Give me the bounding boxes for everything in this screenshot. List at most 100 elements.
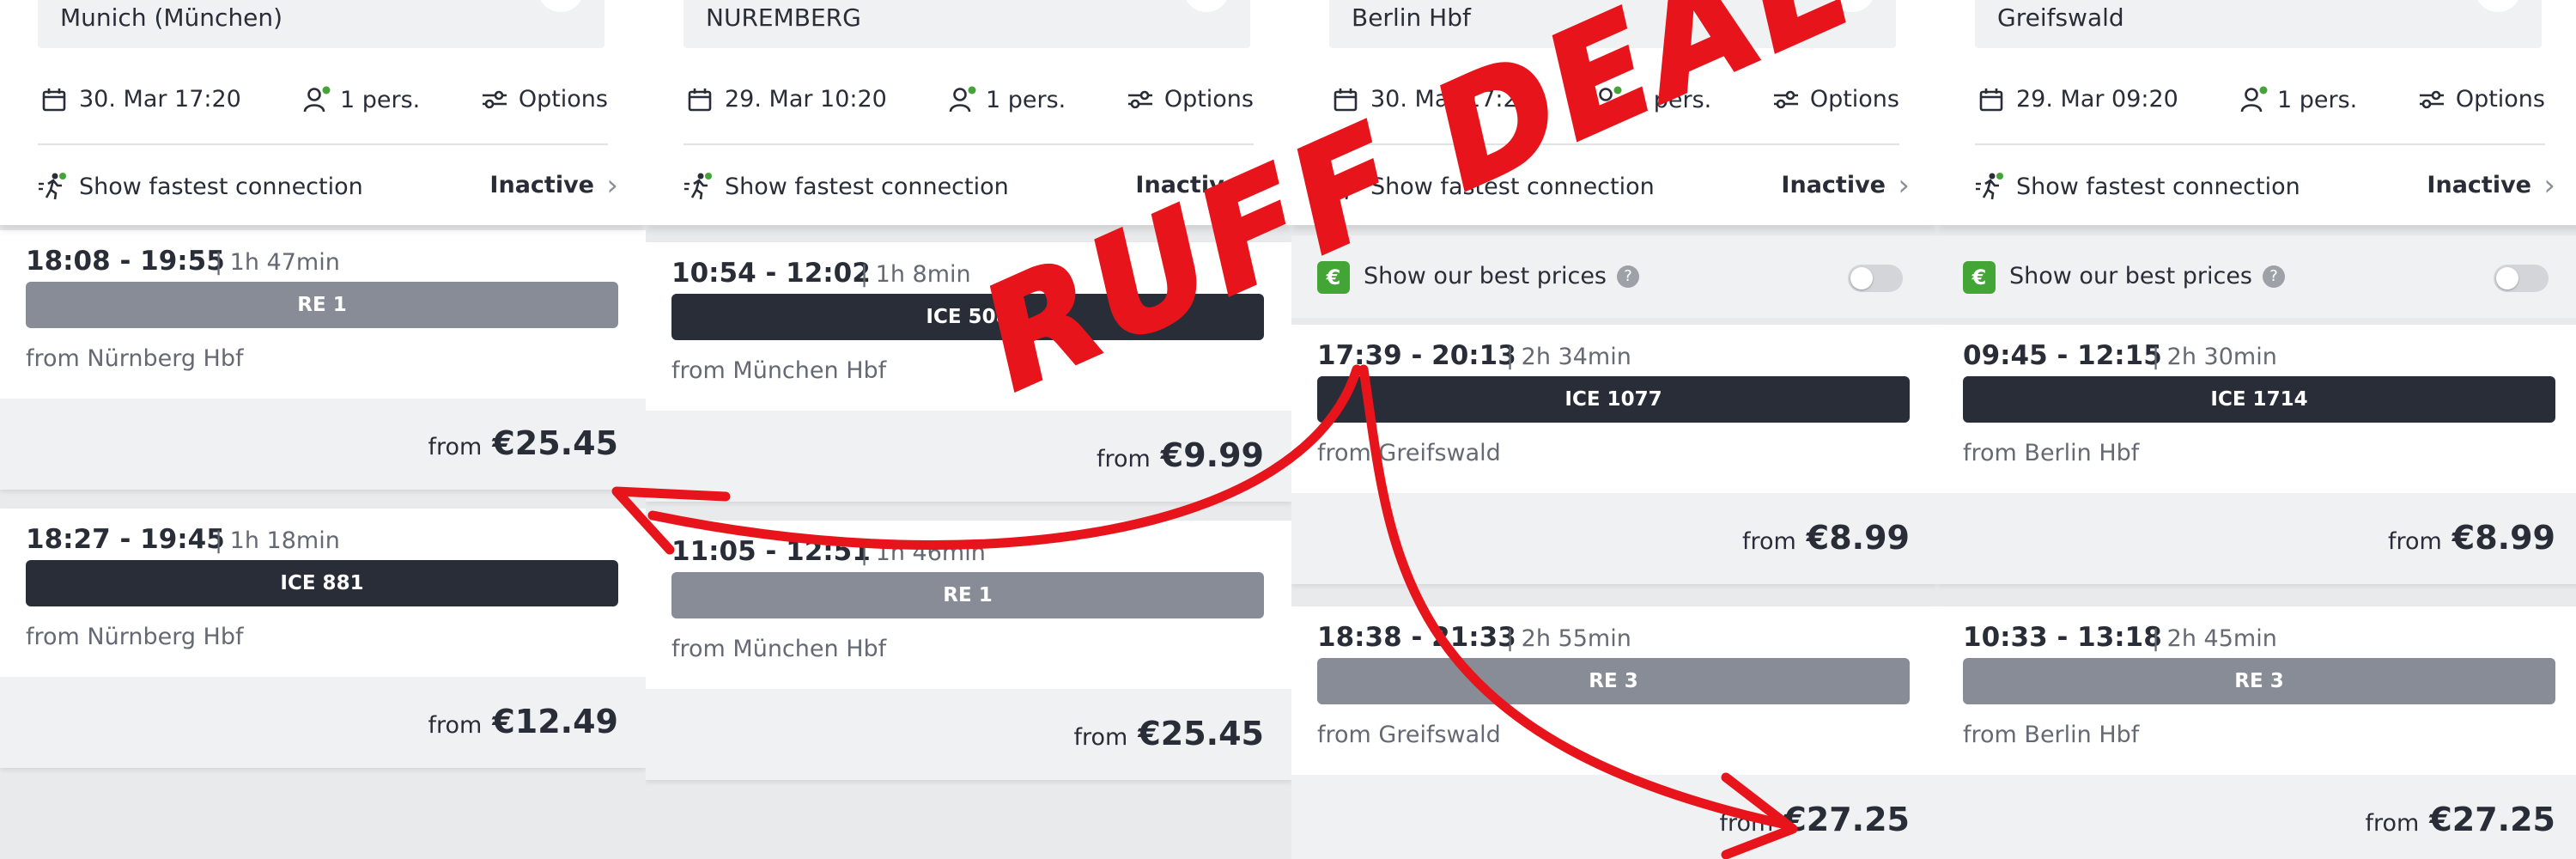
fastest-connection-toggle-row[interactable]: Show fastest connection Inactive › bbox=[1937, 168, 2576, 211]
train-badge: RE 3 bbox=[1317, 658, 1910, 704]
options-button[interactable]: Options bbox=[481, 86, 608, 113]
price-prefix: from bbox=[1719, 810, 1774, 837]
person-icon bbox=[2240, 86, 2268, 113]
destination-field[interactable]: Greifswald bbox=[1975, 0, 2542, 48]
connection-card[interactable]: 10:54 - 12:02 | 1h 8min ICE 508 from Mün… bbox=[646, 242, 1291, 502]
best-prices-label: Show our best prices bbox=[1364, 263, 1607, 289]
options-label: Options bbox=[518, 86, 608, 113]
chevron-right-icon: › bbox=[1252, 168, 1264, 203]
price-row: from €8.99 bbox=[1937, 493, 2576, 584]
date-time-selector[interactable]: 29. Mar 09:20 bbox=[1978, 86, 2178, 113]
fastest-connection-toggle-row[interactable]: Show fastest connection Inactive › bbox=[646, 168, 1291, 211]
swap-stations-button[interactable] bbox=[1829, 0, 1875, 12]
connection-duration: | 1h 18min bbox=[215, 527, 340, 554]
connection-duration: | 1h 8min bbox=[860, 261, 971, 288]
chevron-right-icon: › bbox=[606, 168, 618, 203]
connection-times: 11:05 - 12:51 bbox=[671, 536, 871, 567]
sliders-icon bbox=[1773, 90, 1798, 108]
sliders-icon bbox=[1127, 90, 1152, 108]
connection-card[interactable]: 17:39 - 20:13 | 2h 34min ICE 1077 from G… bbox=[1291, 325, 1937, 584]
best-prices-row: € Show our best prices? bbox=[1291, 235, 1937, 318]
passenger-count: 1 pers. bbox=[340, 86, 421, 113]
help-icon[interactable]: ? bbox=[1617, 265, 1639, 288]
person-icon bbox=[1595, 86, 1622, 113]
connection-times: 18:08 - 19:55 bbox=[26, 246, 225, 277]
swap-stations-button[interactable] bbox=[1183, 0, 1230, 12]
passenger-selector[interactable]: 1 pers. bbox=[948, 86, 1066, 113]
results-panel-greifswald: Greifswald 29. Mar 09:20 1 pers. Options… bbox=[1937, 0, 2576, 859]
options-button[interactable]: Options bbox=[1772, 86, 1899, 113]
connection-times: 10:33 - 13:18 bbox=[1963, 622, 2162, 653]
departure-station: from München Hbf bbox=[671, 357, 887, 384]
fastest-connection-label: Show fastest connection bbox=[1370, 173, 1655, 200]
running-person-icon bbox=[1976, 173, 2003, 200]
divider bbox=[38, 143, 608, 145]
c-badge-icon: € bbox=[1963, 261, 1996, 294]
divider bbox=[683, 143, 1254, 145]
connection-duration: | 2h 30min bbox=[2152, 344, 2277, 370]
swap-stations-button[interactable] bbox=[2475, 0, 2521, 12]
passenger-selector[interactable]: 1 pers. bbox=[1594, 86, 1711, 113]
connection-card[interactable]: 18:27 - 19:45 | 1h 18min ICE 881 from Nü… bbox=[0, 509, 646, 768]
train-badge: RE 1 bbox=[26, 282, 618, 328]
sliders-icon bbox=[482, 90, 507, 108]
best-prices-row: € Show our best prices? bbox=[1937, 235, 2576, 318]
date-time-selector[interactable]: 29. Mar 10:20 bbox=[687, 86, 887, 113]
passenger-selector[interactable]: 1 pers. bbox=[2239, 86, 2357, 113]
person-icon bbox=[949, 86, 976, 113]
chevron-right-icon: › bbox=[2543, 168, 2555, 203]
connection-duration: | 2h 34min bbox=[1506, 344, 1631, 370]
connection-card[interactable]: 10:33 - 13:18 | 2h 45min RE 3 from Berli… bbox=[1937, 606, 2576, 859]
best-prices-toggle[interactable] bbox=[2494, 265, 2549, 292]
destination-field[interactable]: Munich (München) bbox=[38, 0, 605, 48]
price-prefix: from bbox=[1741, 528, 1796, 555]
passenger-count: 1 pers. bbox=[1631, 86, 1712, 113]
options-button[interactable]: Options bbox=[2418, 86, 2545, 113]
destination-field[interactable]: Berlin Hbf bbox=[1329, 0, 1896, 48]
connection-card[interactable]: 09:45 - 12:15 | 2h 30min ICE 1714 from B… bbox=[1937, 325, 2576, 584]
fastest-connection-toggle-row[interactable]: Show fastest connection Inactive › bbox=[1291, 168, 1937, 211]
options-button[interactable]: Options bbox=[1127, 86, 1254, 113]
price-row: from €9.99 bbox=[646, 411, 1291, 502]
toggle-knob bbox=[1850, 267, 1873, 289]
calendar-icon bbox=[688, 88, 712, 111]
connection-times: 17:39 - 20:13 bbox=[1317, 340, 1516, 371]
toggle-knob bbox=[2496, 267, 2518, 289]
connection-card[interactable]: 18:08 - 19:55 | 1h 47min RE 1 from Nürnb… bbox=[0, 230, 646, 490]
destination-field[interactable]: NUREMBERG bbox=[683, 0, 1250, 48]
connection-duration: | 1h 46min bbox=[860, 539, 986, 566]
connection-card[interactable]: 11:05 - 12:51 | 1h 46min RE 1 from Münch… bbox=[646, 521, 1291, 780]
price-value: €27.25 bbox=[1783, 801, 1910, 838]
swap-stations-button[interactable] bbox=[538, 0, 584, 12]
passenger-count: 1 pers. bbox=[2277, 86, 2358, 113]
calendar-icon bbox=[1334, 88, 1358, 111]
price-value: €8.99 bbox=[1806, 519, 1910, 557]
price-prefix: from bbox=[2387, 528, 2442, 555]
departure-station: from Nürnberg Hbf bbox=[26, 624, 244, 650]
fastest-connection-label: Show fastest connection bbox=[2016, 173, 2300, 200]
best-prices-label: Show our best prices bbox=[2009, 263, 2252, 289]
divider bbox=[1975, 143, 2545, 145]
help-icon[interactable]: ? bbox=[2263, 265, 2285, 288]
passenger-selector[interactable]: 1 pers. bbox=[302, 86, 420, 113]
fastest-connection-toggle-row[interactable]: Show fastest connection Inactive › bbox=[0, 168, 646, 211]
price-row: from €25.45 bbox=[0, 399, 646, 490]
fastest-connection-state: Inactive bbox=[1781, 172, 1886, 198]
connection-card[interactable]: 18:38 - 21:33 | 2h 55min RE 3 from Greif… bbox=[1291, 606, 1937, 859]
departure-station: from Nürnberg Hbf bbox=[26, 345, 244, 372]
price-value: €27.25 bbox=[2429, 801, 2555, 838]
person-icon bbox=[303, 86, 331, 113]
price-row: from €25.45 bbox=[646, 689, 1291, 780]
price-value: €9.99 bbox=[1160, 436, 1264, 474]
destination-label: Munich (München) bbox=[60, 3, 283, 32]
price-row: from €12.49 bbox=[0, 677, 646, 768]
fastest-connection-label: Show fastest connection bbox=[79, 173, 363, 200]
date-time-selector[interactable]: 30. Mar 17:20 bbox=[1333, 86, 1533, 113]
date-time-selector[interactable]: 30. Mar 17:20 bbox=[41, 86, 241, 113]
search-header: NUREMBERG 29. Mar 10:20 1 pers. Options … bbox=[646, 0, 1291, 225]
running-person-icon bbox=[1330, 173, 1358, 200]
price-value: €8.99 bbox=[2451, 519, 2555, 557]
train-badge: ICE 1077 bbox=[1317, 376, 1910, 423]
price-prefix: from bbox=[1073, 724, 1128, 751]
best-prices-toggle[interactable] bbox=[1848, 265, 1903, 292]
